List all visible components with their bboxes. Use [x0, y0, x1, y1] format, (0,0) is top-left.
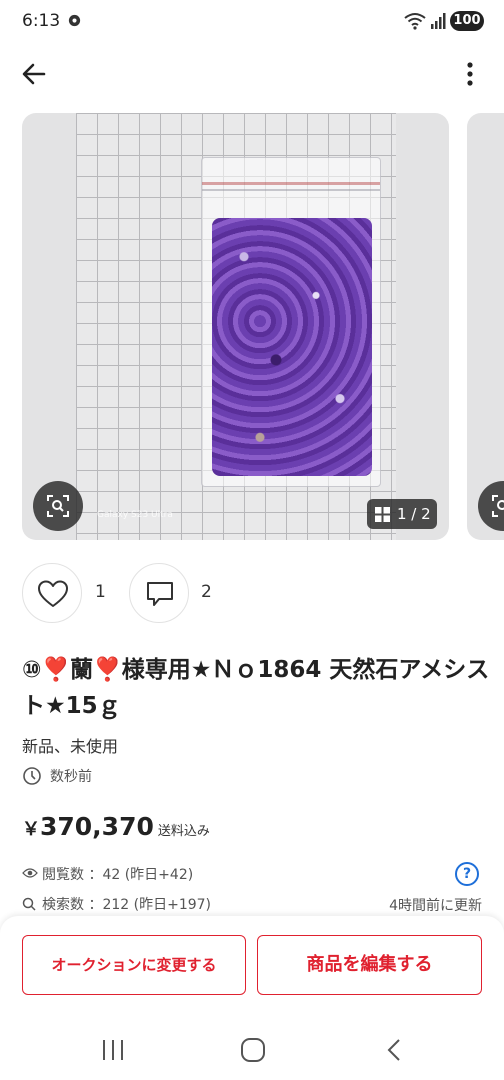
next-image-preview[interactable]	[467, 113, 504, 540]
item-condition: 新品、未使用	[22, 737, 119, 756]
image-gallery[interactable]: Galaxy S23 Ultra 1 / 2	[22, 113, 504, 540]
comment-button[interactable]	[129, 563, 189, 623]
like-button[interactable]	[22, 563, 82, 623]
photo-background	[76, 113, 396, 540]
grid-icon	[375, 507, 390, 522]
image-counter-text: 1 / 2	[397, 505, 431, 523]
comment-icon	[147, 582, 173, 606]
shipping-label: 送料込み	[157, 824, 210, 839]
amethyst-stones	[212, 218, 372, 476]
price-symbol: ￥	[22, 819, 40, 840]
product-image[interactable]: Galaxy S23 Ultra 1 / 2	[22, 113, 449, 540]
view-stats-text: 閲覧数 ：42 (昨日+42)	[42, 867, 194, 883]
comment-count: 2	[201, 582, 212, 602]
image-counter[interactable]: 1 / 2	[367, 499, 437, 529]
settings-notification-icon	[68, 14, 81, 27]
more-options-icon[interactable]	[458, 60, 482, 90]
lens-scan-icon	[492, 495, 504, 517]
search-stats-text: 検索数 ：212 (昨日+197)	[42, 897, 211, 913]
battery-icon: 100	[450, 11, 484, 31]
amethyst-bag	[201, 157, 381, 487]
image-search-button[interactable]	[33, 481, 83, 531]
change-to-auction-button[interactable]: オークションに変更する	[22, 935, 246, 995]
eye-icon	[22, 868, 38, 878]
item-title: ⑩❣️蘭❣️様専用★Ｎｏ1864 天然石アメシスト★15ｇ	[22, 657, 490, 719]
updated-time: 4時間前に更新	[389, 898, 482, 914]
status-bar: 6:13 100	[0, 0, 504, 46]
help-icon[interactable]: ?	[455, 862, 479, 886]
home-icon[interactable]	[238, 1038, 268, 1062]
back-arrow-icon[interactable]	[18, 58, 50, 90]
status-time: 6:13	[22, 11, 61, 31]
heart-icon	[38, 580, 68, 607]
price-amount: 370,370	[40, 812, 154, 841]
signal-icon	[431, 13, 446, 29]
edit-item-button[interactable]: 商品を編集する	[257, 935, 482, 995]
like-count: 1	[95, 582, 106, 602]
recent-apps-icon[interactable]	[98, 1038, 128, 1062]
price: ￥370,370 送料込み	[22, 812, 210, 841]
clock-icon	[23, 767, 41, 785]
image-search-button-2[interactable]	[478, 481, 504, 531]
wifi-icon	[404, 13, 426, 30]
bottom-action-bar: オークションに変更する 商品を編集する	[0, 916, 504, 1080]
search-icon	[22, 897, 36, 911]
nav-back-icon[interactable]	[380, 1038, 410, 1062]
lens-scan-icon	[47, 495, 69, 517]
camera-watermark: Galaxy S23 Ultra	[97, 510, 173, 520]
posted-time-text: 数秒前	[50, 769, 92, 785]
